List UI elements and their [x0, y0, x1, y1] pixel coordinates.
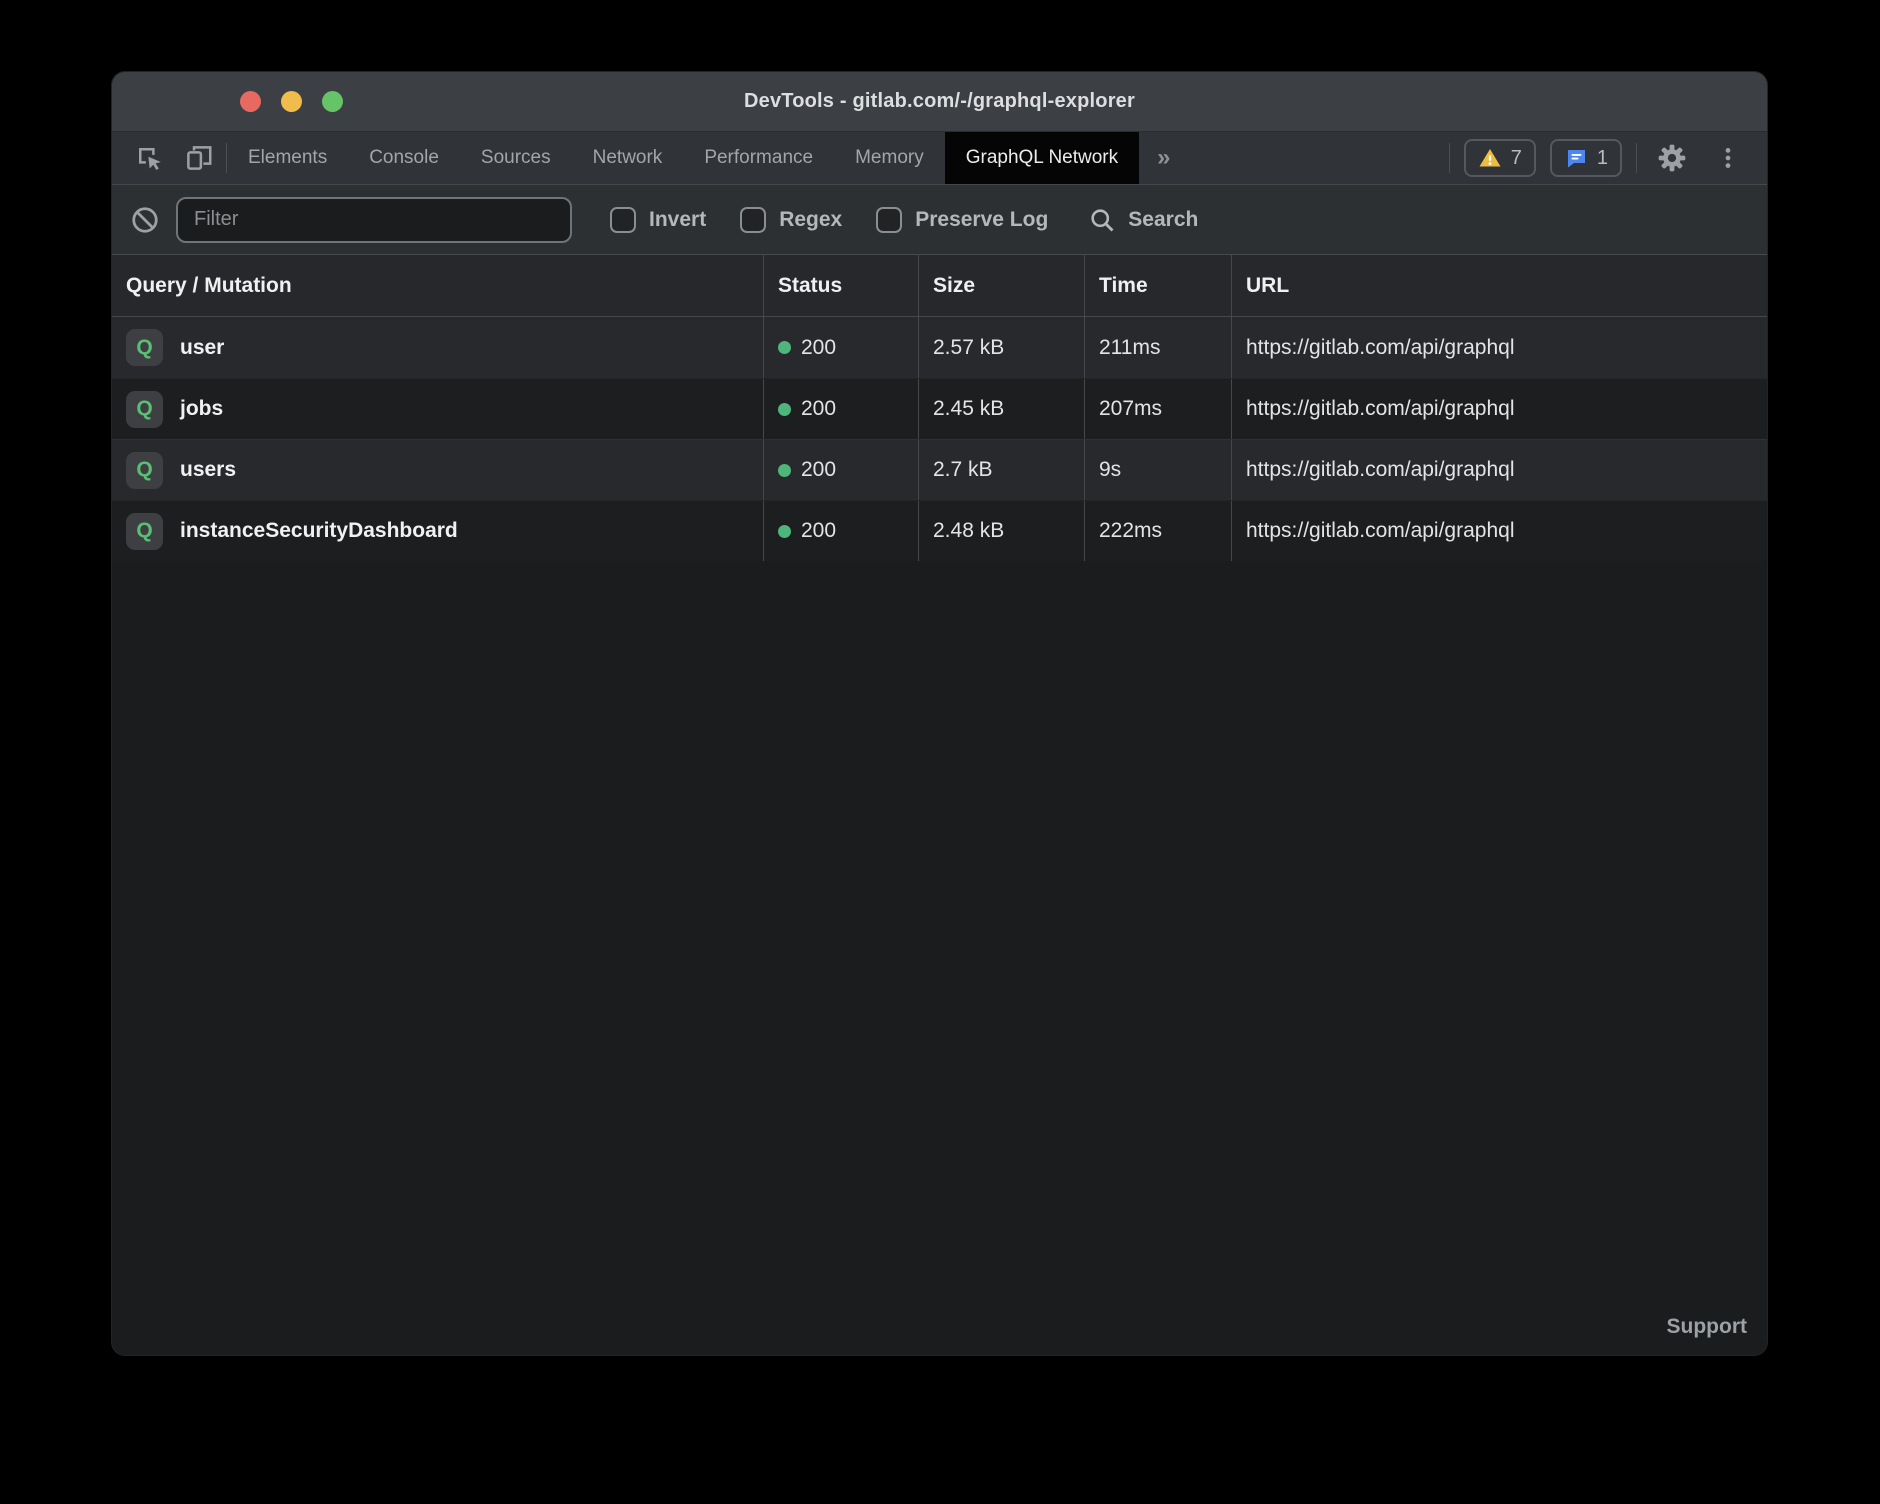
query-name: user [180, 336, 224, 360]
gear-icon [1656, 142, 1688, 174]
status-code: 200 [801, 458, 836, 482]
table-row[interactable]: Q instanceSecurityDashboard 200 2.48 kB … [112, 500, 1767, 561]
title-bar: DevTools - gitlab.com/-/graphql-explorer [112, 72, 1767, 132]
preserve-log-checkbox-group[interactable]: Preserve Log [876, 207, 1048, 233]
window-title: DevTools - gitlab.com/-/graphql-explorer [744, 90, 1135, 113]
query-type-badge: Q [126, 391, 163, 428]
status-code: 200 [801, 336, 836, 360]
preserve-log-label: Preserve Log [915, 208, 1048, 232]
device-toolbar-icon [184, 143, 214, 173]
warnings-badge[interactable]: 7 [1464, 139, 1536, 177]
warnings-count: 7 [1511, 147, 1522, 170]
search-label: Search [1128, 208, 1198, 232]
invert-checkbox[interactable] [610, 207, 636, 233]
close-window-button[interactable] [240, 91, 261, 112]
table-row[interactable]: Q user 200 2.57 kB 211ms https://gitlab.… [112, 317, 1767, 378]
response-time: 211ms [1099, 336, 1160, 360]
response-time: 207ms [1099, 397, 1162, 421]
minimize-window-button[interactable] [281, 91, 302, 112]
tab-elements[interactable]: Elements [227, 132, 348, 184]
tab-network[interactable]: Network [572, 132, 684, 184]
magnifier-icon [1088, 206, 1116, 234]
zoom-window-button[interactable] [322, 91, 343, 112]
support-link[interactable]: Support [1667, 1315, 1747, 1339]
status-ok-dot [778, 341, 791, 354]
devtools-toolbar: Elements Console Sources Network Perform… [112, 132, 1767, 185]
more-tabs-button[interactable]: » [1139, 132, 1188, 184]
status-code: 200 [801, 397, 836, 421]
status-ok-dot [778, 464, 791, 477]
query-name: jobs [180, 397, 223, 421]
status-ok-dot [778, 525, 791, 538]
column-header-status[interactable]: Status [763, 255, 918, 316]
column-header-url[interactable]: URL [1231, 255, 1767, 316]
panel-tabs: Elements Console Sources Network Perform… [227, 132, 1189, 184]
request-url: https://gitlab.com/api/graphql [1246, 336, 1515, 360]
request-url: https://gitlab.com/api/graphql [1246, 458, 1515, 482]
regex-checkbox-group[interactable]: Regex [740, 207, 842, 233]
toolbar-divider [1449, 143, 1450, 173]
column-header-time[interactable]: Time [1084, 255, 1231, 316]
response-size: 2.7 kB [933, 458, 993, 482]
status-code: 200 [801, 519, 836, 543]
invert-checkbox-group[interactable]: Invert [610, 207, 706, 233]
block-icon clear-filter-button[interactable] [130, 205, 160, 235]
preserve-log-checkbox[interactable] [876, 207, 902, 233]
query-type-badge: Q [126, 329, 163, 366]
tab-console[interactable]: Console [348, 132, 460, 184]
invert-label: Invert [649, 208, 706, 232]
response-time: 9s [1099, 458, 1121, 482]
search-button[interactable]: Search [1088, 206, 1198, 234]
kebab-menu-icon [1715, 145, 1741, 171]
devtools-window: DevTools - gitlab.com/-/graphql-explorer… [112, 72, 1767, 1355]
query-name: instanceSecurityDashboard [180, 519, 458, 543]
column-header-size[interactable]: Size [918, 255, 1084, 316]
tab-graphql-network[interactable]: GraphQL Network [945, 132, 1139, 184]
inspect-element-button[interactable] [128, 138, 170, 178]
request-url: https://gitlab.com/api/graphql [1246, 519, 1515, 543]
filter-bar: Invert Regex Preserve Log Search [112, 185, 1767, 255]
response-size: 2.45 kB [933, 397, 1004, 421]
toolbar-divider [1636, 143, 1637, 173]
query-type-badge: Q [126, 452, 163, 489]
tab-sources[interactable]: Sources [460, 132, 572, 184]
warning-icon [1478, 146, 1502, 170]
regex-checkbox[interactable] [740, 207, 766, 233]
response-size: 2.57 kB [933, 336, 1004, 360]
query-type-badge: Q [126, 513, 163, 550]
message-bubble-icon [1564, 146, 1588, 170]
column-header-query-mutation[interactable]: Query / Mutation [112, 255, 763, 316]
status-ok-dot [778, 403, 791, 416]
tab-memory[interactable]: Memory [834, 132, 945, 184]
table-row[interactable]: Q users 200 2.7 kB 9s https://gitlab.com… [112, 439, 1767, 500]
table-row[interactable]: Q jobs 200 2.45 kB 207ms https://gitlab.… [112, 378, 1767, 439]
traffic-lights [240, 72, 343, 131]
tab-performance[interactable]: Performance [683, 132, 834, 184]
filter-input[interactable] [176, 197, 572, 243]
regex-label: Regex [779, 208, 842, 232]
request-url: https://gitlab.com/api/graphql [1246, 397, 1515, 421]
response-time: 222ms [1099, 519, 1162, 543]
settings-button[interactable] [1651, 138, 1693, 178]
kebab-menu-button[interactable] [1707, 138, 1749, 178]
issues-badge[interactable]: 1 [1550, 139, 1622, 177]
device-toolbar-button[interactable] [178, 138, 220, 178]
issues-count: 1 [1597, 147, 1608, 170]
table-header: Query / Mutation Status Size Time URL [112, 255, 1767, 317]
query-name: users [180, 458, 236, 482]
inspect-icon [134, 143, 164, 173]
response-size: 2.48 kB [933, 519, 1004, 543]
